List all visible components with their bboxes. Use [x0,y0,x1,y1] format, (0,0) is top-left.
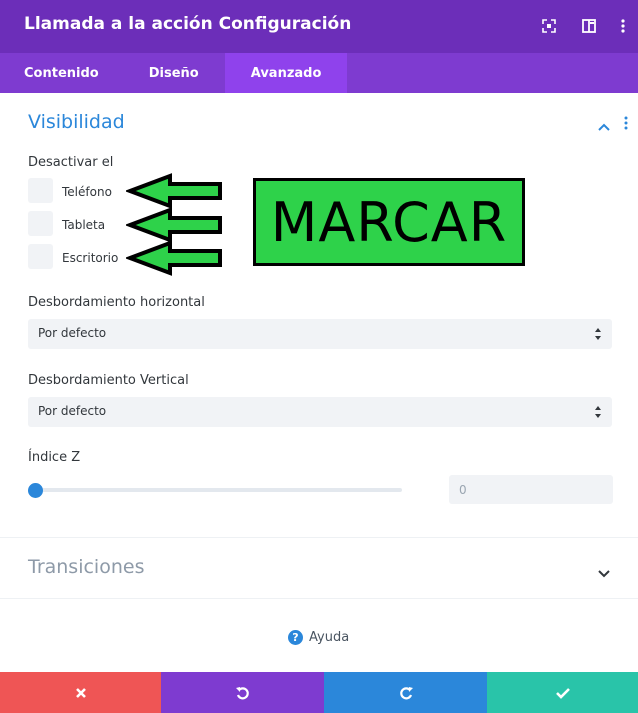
help-icon: ? [288,630,303,645]
annotation-arrow-icon [126,240,222,276]
redo-icon [399,686,413,699]
checkbox-tablet[interactable] [28,211,53,236]
undo-button[interactable] [161,672,324,713]
chevron-down-icon[interactable] [597,564,611,578]
sidebar-layout-icon[interactable] [580,17,598,35]
close-icon [75,687,86,698]
modal-footer [0,672,638,713]
overflow-horizontal-label: Desbordamiento horizontal [28,295,205,310]
z-index-slider-track[interactable] [36,488,402,492]
select-arrows-icon [595,406,601,418]
z-index-input[interactable] [449,475,613,504]
divider [0,598,638,599]
modal-title: Llamada a la acción Configuración [24,14,352,34]
check-icon [555,687,570,699]
overflow-vertical-label: Desbordamiento Vertical [28,373,189,388]
tab-avanzado[interactable]: Avanzado [224,53,348,93]
help-link[interactable]: ? Ayuda [288,630,349,645]
undo-icon [235,686,249,699]
tab-diseno[interactable]: Diseño [123,53,225,93]
redo-button[interactable] [324,672,487,713]
tab-contenido[interactable]: Contenido [0,53,123,93]
overflow-horizontal-select[interactable]: Por defecto [28,319,612,349]
save-button[interactable] [487,672,638,713]
overflow-horizontal-value: Por defecto [38,326,107,340]
disable-on-label: Desactivar el [28,155,114,170]
overflow-vertical-value: Por defecto [38,404,107,418]
chevron-up-icon[interactable] [597,117,611,131]
select-arrows-icon [595,328,601,340]
checkbox-tablet-label: Tableta [62,218,106,232]
annotation-text: MARCAR [270,190,508,254]
divider [0,537,638,538]
section-title-transiciones[interactable]: Transiciones [28,556,144,578]
section-title-visibilidad[interactable]: Visibilidad [28,111,125,133]
z-index-label: Índice Z [28,450,81,465]
expand-icon[interactable] [540,17,558,35]
z-index-slider-thumb[interactable] [28,483,43,498]
overflow-vertical-select[interactable]: Por defecto [28,397,612,427]
cancel-button[interactable] [0,672,161,713]
annotation-box: MARCAR [253,178,525,266]
more-vertical-icon[interactable] [614,17,632,35]
checkbox-desktop[interactable] [28,244,53,269]
annotation-arrow-icon [126,173,222,209]
settings-tabs: Contenido Diseño Avanzado [0,53,638,93]
section-more-icon[interactable] [624,115,630,130]
help-label: Ayuda [309,630,350,645]
modal-header: Llamada a la acción Configuración [0,0,638,53]
annotation-arrow-icon [126,207,222,243]
checkbox-desktop-label: Escritorio [62,251,119,265]
checkbox-phone-label: Teléfono [62,185,112,199]
checkbox-phone[interactable] [28,178,53,203]
